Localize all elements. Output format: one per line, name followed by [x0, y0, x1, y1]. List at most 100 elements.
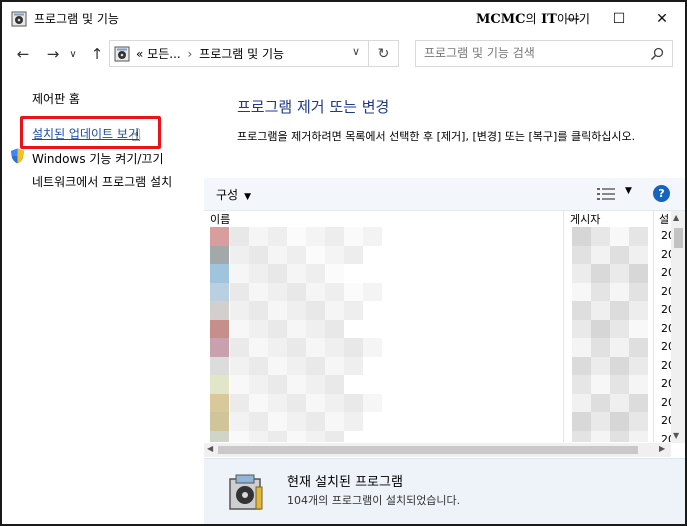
refresh-button[interactable]: ↻ [369, 40, 399, 67]
censored-name-block [249, 393, 268, 412]
censored-publisher-block [591, 319, 610, 338]
censored-publisher-block [610, 227, 629, 246]
chevron-right-icon[interactable]: › [188, 47, 193, 61]
censored-name-block [249, 319, 268, 338]
censored-publisher-block [591, 245, 610, 264]
view-options-dropdown[interactable]: ▼ [625, 186, 632, 196]
censored-name-block [287, 430, 306, 442]
program-icon [210, 282, 229, 301]
table-row[interactable]: 20 [204, 264, 675, 283]
column-header-installed-on[interactable]: 설 [659, 211, 669, 228]
scroll-thumb-horizontal[interactable] [218, 446, 638, 454]
censored-name-block [287, 375, 306, 394]
address-overflow[interactable]: « [136, 47, 143, 61]
censored-name-block [306, 245, 325, 264]
view-details-icon[interactable] [597, 187, 615, 201]
censored-name-block [287, 393, 306, 412]
table-row[interactable]: 20 [204, 227, 675, 246]
scroll-up-icon[interactable]: ▲ [673, 213, 679, 222]
search-icon[interactable] [650, 47, 664, 61]
close-button[interactable]: ✕ [639, 2, 685, 36]
table-row[interactable]: 20 [204, 375, 675, 394]
programs-and-features-window: 프로그램 및 기능 MCMC의 IT이야기 — ☐ ✕ ← → ∨ ↑ « 모든… [0, 0, 687, 526]
table-row[interactable]: 20 [204, 412, 675, 431]
censored-publisher-block [610, 319, 629, 338]
address-parent[interactable]: 모든... [147, 47, 181, 61]
censored-name-block [230, 393, 249, 412]
censored-name-block [344, 301, 363, 320]
table-row[interactable]: 20 [204, 245, 675, 264]
chevron-down-icon[interactable]: ∨ [352, 45, 360, 58]
recent-locations-dropdown[interactable]: ∨ [66, 44, 80, 64]
installed-updates-link[interactable]: 설치된 업데이트 보기 [32, 125, 139, 142]
program-icon [210, 356, 229, 375]
program-list[interactable]: 이름 게시자 설 20 20 20 20 20 20 20 20 20 20 20 20 [204, 211, 685, 442]
watermark-brand: MCMC [476, 12, 526, 27]
censored-publisher-block [610, 282, 629, 301]
censored-name-block [325, 393, 344, 412]
scroll-left-icon[interactable]: ◀ [207, 444, 213, 453]
navigation-bar: ← → ∨ ↑ « 모든... › 프로그램 및 기능 ∨ ↻ [2, 36, 685, 72]
censored-name-block [287, 338, 306, 357]
censored-publisher-block [629, 338, 648, 357]
help-icon[interactable]: ? [653, 185, 670, 202]
censored-name-block [344, 227, 363, 246]
censored-name-block [230, 338, 249, 357]
minimize-button[interactable]: — [550, 2, 596, 36]
censored-publisher-block [610, 412, 629, 431]
censored-publisher-block [591, 301, 610, 320]
censored-name-block [249, 264, 268, 283]
scroll-right-icon[interactable]: ▶ [659, 444, 665, 453]
table-row[interactable]: 20 [204, 319, 675, 338]
main-content: 프로그램 제거 또는 변경 프로그램을 제거하려면 목록에서 선택한 후 [제거… [204, 72, 685, 524]
column-header-publisher[interactable]: 게시자 [570, 211, 600, 228]
control-panel-icon [114, 46, 130, 61]
windows-features-link[interactable]: Windows 기능 켜기/끄기 [32, 150, 163, 167]
forward-button[interactable]: → [42, 44, 64, 64]
control-panel-home-link[interactable]: 제어판 홈 [32, 90, 80, 107]
table-row[interactable]: 20 [204, 282, 675, 301]
table-row[interactable]: 20 [204, 301, 675, 320]
censored-name-block [268, 375, 287, 394]
table-row[interactable]: 20 [204, 356, 675, 375]
censored-publisher-block [572, 393, 591, 412]
scroll-thumb[interactable] [674, 228, 683, 248]
censored-name-block [230, 375, 249, 394]
censored-publisher-block [629, 282, 648, 301]
address-bar[interactable]: « 모든... › 프로그램 및 기능 ∨ [109, 40, 369, 67]
censored-name-block [268, 319, 287, 338]
column-header-name[interactable]: 이름 [210, 211, 230, 228]
maximize-button[interactable]: ☐ [596, 2, 642, 36]
censored-publisher-block [572, 264, 591, 283]
address-current[interactable]: 프로그램 및 기능 [199, 47, 284, 61]
table-row[interactable]: 20 [204, 393, 675, 412]
address-path: « 모든... › 프로그램 및 기능 [136, 45, 284, 62]
scroll-down-icon[interactable]: ▼ [673, 431, 679, 440]
command-bar: 구성 ▼ ▼ ? [204, 178, 685, 211]
censored-name-block [363, 282, 382, 301]
censored-name-block [325, 430, 344, 442]
vertical-scrollbar[interactable]: ▲ ▼ [671, 211, 685, 443]
network-install-link[interactable]: 네트워크에서 프로그램 설치 [32, 173, 172, 190]
censored-publisher-block [629, 319, 648, 338]
censored-name-block [287, 227, 306, 246]
up-button[interactable]: ↑ [86, 44, 108, 64]
search-box[interactable] [415, 40, 673, 67]
page-title: 프로그램 제거 또는 변경 [237, 98, 390, 116]
censored-name-block [249, 430, 268, 442]
back-button[interactable]: ← [12, 44, 34, 64]
horizontal-scrollbar[interactable]: ◀ ▶ [204, 443, 671, 457]
table-row[interactable]: 20 [204, 338, 675, 357]
organize-button[interactable]: 구성 ▼ [216, 186, 251, 203]
search-input[interactable] [424, 46, 644, 60]
program-icon [210, 393, 229, 412]
censored-publisher-block [610, 356, 629, 375]
table-row[interactable]: 20 [204, 430, 675, 442]
censored-name-block [306, 375, 325, 394]
censored-name-block [230, 282, 249, 301]
censored-publisher-block [629, 412, 648, 431]
censored-name-block [325, 319, 344, 338]
censored-publisher-block [610, 393, 629, 412]
censored-publisher-block [572, 430, 591, 442]
censored-publisher-block [591, 430, 610, 442]
